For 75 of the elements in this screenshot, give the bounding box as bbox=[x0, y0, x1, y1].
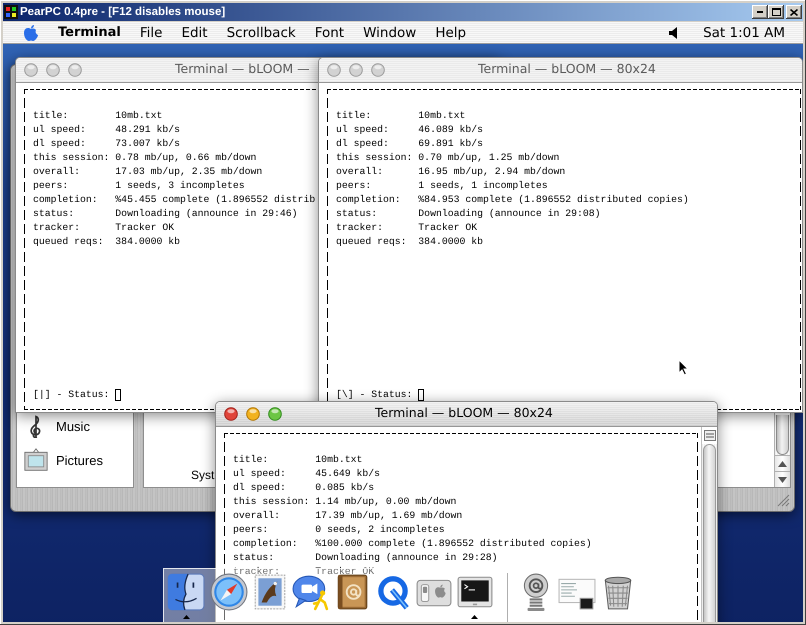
terminal-line: tracker: Tracker OK bbox=[233, 565, 374, 579]
maximize-icon bbox=[772, 8, 780, 16]
window-title: PearPC 0.4pre - [F12 disables mouse] bbox=[20, 6, 226, 18]
sidebar-item[interactable]: Music bbox=[24, 414, 90, 438]
app-menu[interactable]: Terminal bbox=[58, 25, 121, 40]
terminal-line: peers: 0 seeds, 2 incompletes bbox=[233, 523, 445, 537]
speaker-icon[interactable] bbox=[669, 26, 680, 38]
zoom-icon[interactable] bbox=[68, 63, 82, 77]
mouse-pointer-icon bbox=[678, 359, 689, 376]
minimize-icon bbox=[757, 11, 763, 13]
scroll-down-icon bbox=[778, 476, 787, 482]
close-button[interactable] bbox=[786, 5, 802, 19]
minimize-icon[interactable] bbox=[246, 407, 260, 421]
menu-item[interactable]: File bbox=[140, 24, 162, 40]
terminal-line: status: Downloading (announce in 29:08) bbox=[336, 207, 601, 221]
terminal-line: peers: 1 seeds, 3 incompletes bbox=[33, 179, 245, 193]
split-pane-icon[interactable] bbox=[704, 430, 716, 441]
zoom-icon[interactable] bbox=[371, 63, 385, 77]
terminal-line: tracker: Tracker OK bbox=[33, 221, 174, 235]
terminal-line: ul speed: 45.649 kb/s bbox=[233, 467, 380, 481]
terminal-line: dl speed: 0.085 kb/s bbox=[233, 481, 374, 495]
terminal-line: this session: 0.78 mb/up, 0.66 mb/down bbox=[33, 151, 256, 165]
menu-item[interactable]: Help bbox=[435, 24, 466, 40]
terminal-line: overall: 17.03 mb/up, 2.35 mb/down bbox=[33, 165, 262, 179]
terminal-line: dl speed: 73.007 kb/s bbox=[33, 137, 180, 151]
terminal-line: dl speed: 69.891 kb/s bbox=[336, 137, 483, 151]
status-line: [\] - Status: bbox=[336, 389, 412, 401]
menu-item[interactable]: Scrollback bbox=[226, 24, 296, 40]
scroll-up-icon bbox=[778, 460, 787, 466]
window-title: Terminal — bLOOM — 80x24 bbox=[375, 405, 553, 421]
terminal-line: status: Downloading (announce in 29:28) bbox=[233, 551, 498, 565]
terminal-line: ul speed: 46.089 kb/s bbox=[336, 123, 483, 137]
terminal-line: status: Downloading (announce in 29:46) bbox=[33, 207, 298, 221]
face-tile-icon[interactable] bbox=[167, 573, 205, 611]
compass-icon[interactable] bbox=[210, 573, 248, 611]
terminal-line: title: 10mb.txt bbox=[233, 453, 362, 467]
terminal-line: completion: %84.953 complete (1.896552 distributed copies) bbox=[336, 193, 689, 207]
window-title: Terminal — bLOOM — bbox=[175, 61, 310, 77]
item-label: Syst bbox=[191, 468, 214, 482]
picture-frame-icon bbox=[24, 448, 48, 472]
terminal-line: queued reqs: 384.0000 kb bbox=[33, 235, 180, 249]
close-icon bbox=[790, 8, 798, 16]
clock: Sat 1:01 AM bbox=[703, 24, 785, 40]
chat-bubble-icon[interactable] bbox=[292, 573, 330, 611]
terminal-line: overall: 16.95 mb/up, 2.94 mb/down bbox=[336, 165, 566, 179]
terminal-line: ul speed: 48.291 kb/s bbox=[33, 123, 180, 137]
terminal-line: tracker: Tracker OK bbox=[336, 221, 478, 235]
terminal-line: peers: 1 seeds, 1 incompletes bbox=[336, 179, 548, 193]
scroll-down-button[interactable] bbox=[775, 471, 790, 487]
menu-item[interactable]: Window bbox=[363, 24, 416, 40]
program-icon bbox=[4, 5, 18, 19]
terminal-line: overall: 17.39 mb/up, 1.69 mb/down bbox=[233, 509, 462, 523]
window-title: Terminal — bLOOM — 80x24 bbox=[478, 61, 656, 77]
terminal-line: completion: %100.000 complete (1.896552 distributed copies) bbox=[233, 537, 592, 551]
terminal-line: this session: 1.14 mb/up, 0.00 mb/down bbox=[233, 495, 456, 509]
maximize-button[interactable] bbox=[768, 5, 784, 19]
apple-icon[interactable] bbox=[23, 24, 39, 42]
terminal-line: queued reqs: 384.0000 kb bbox=[336, 235, 483, 249]
cursor-icon bbox=[418, 389, 424, 401]
status-line: [|] - Status: bbox=[33, 389, 110, 401]
scroll-up-button[interactable] bbox=[775, 455, 790, 471]
minimize-icon[interactable] bbox=[46, 63, 60, 77]
menu-item[interactable]: Edit bbox=[181, 24, 208, 40]
zoom-icon[interactable] bbox=[268, 407, 282, 421]
sidebar-item[interactable]: Pictures bbox=[24, 448, 103, 472]
resize-grip-icon[interactable] bbox=[776, 493, 790, 507]
cursor-icon bbox=[115, 389, 122, 401]
minimize-button[interactable] bbox=[752, 5, 768, 19]
terminal-line: title: 10mb.txt bbox=[336, 109, 466, 123]
close-icon[interactable] bbox=[224, 407, 238, 421]
terminal-line: completion: %45.455 complete (1.896552 distrib bbox=[33, 193, 316, 207]
minimize-icon[interactable] bbox=[349, 63, 363, 77]
menu-item[interactable]: Font bbox=[314, 24, 344, 40]
terminal-line: this session: 0.70 mb/up, 1.25 mb/down bbox=[336, 151, 560, 165]
terminal-line: title: 10mb.txt bbox=[33, 109, 162, 123]
